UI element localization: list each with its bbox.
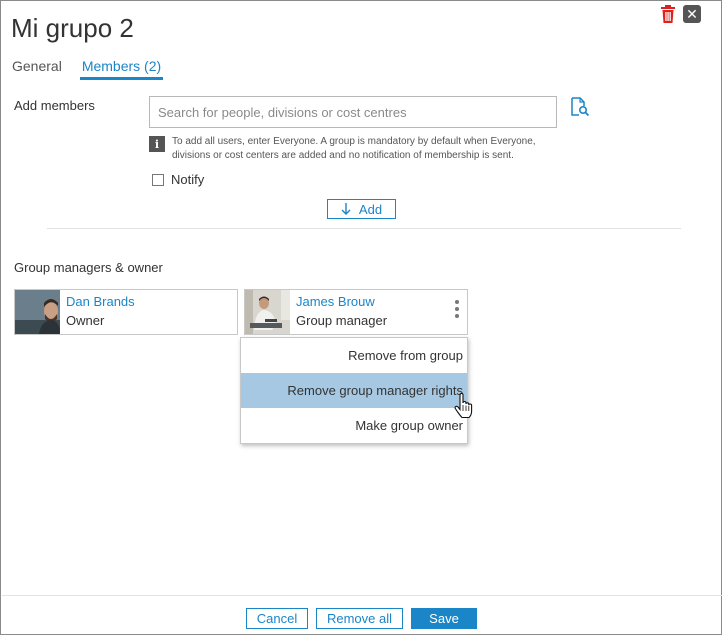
avatar xyxy=(245,290,290,334)
tab-bar: General Members (2) xyxy=(12,58,164,80)
menu-item-remove-from-group[interactable]: Remove from group xyxy=(241,338,467,373)
dialog: Mi grupo 2 ✕ General Members (2) Add mem… xyxy=(0,0,722,635)
member-search-input[interactable] xyxy=(149,96,557,128)
info-text: To add all users, enter Everyone. A grou… xyxy=(172,136,536,161)
menu-item-remove-manager-rights[interactable]: Remove group manager rights xyxy=(241,373,467,408)
trash-icon[interactable] xyxy=(659,5,677,23)
remove-all-button[interactable]: Remove all xyxy=(316,608,403,629)
footer-divider xyxy=(2,595,722,596)
info-note: i To add all users, enter Everyone. A gr… xyxy=(149,135,569,163)
close-icon[interactable]: ✕ xyxy=(683,5,701,23)
tab-members[interactable]: Members (2) xyxy=(79,58,164,80)
add-button-label: Add xyxy=(358,201,383,217)
tab-general[interactable]: General xyxy=(12,58,62,80)
menu-item-make-owner[interactable]: Make group owner xyxy=(241,408,467,443)
member-card-owner[interactable]: Dan Brands Owner xyxy=(14,289,238,335)
member-context-menu: Remove from group Remove group manager r… xyxy=(240,337,468,444)
avatar xyxy=(15,290,60,334)
save-button[interactable]: Save xyxy=(411,608,477,629)
info-icon: i xyxy=(149,136,165,152)
arrow-down-icon xyxy=(341,203,351,215)
notify-checkbox[interactable] xyxy=(152,173,164,186)
add-button[interactable]: Add xyxy=(327,199,396,219)
cancel-button[interactable]: Cancel xyxy=(246,608,308,629)
dialog-actions: ✕ xyxy=(659,5,701,23)
section-divider xyxy=(47,228,681,229)
notify-option[interactable]: Notify xyxy=(152,172,204,187)
hand-pointer-icon xyxy=(454,393,473,419)
member-info: Dan Brands Owner xyxy=(60,290,135,334)
more-vertical-icon[interactable] xyxy=(455,299,459,319)
add-members-label: Add members xyxy=(14,98,95,113)
managers-section-label: Group managers & owner xyxy=(14,260,163,275)
member-card-manager[interactable]: James Brouw Group manager xyxy=(244,289,468,335)
member-name[interactable]: James Brouw xyxy=(296,294,387,309)
member-info: James Brouw Group manager xyxy=(290,290,387,334)
page-title: Mi grupo 2 xyxy=(11,13,134,43)
member-role: Group manager xyxy=(296,313,388,328)
notify-label: Notify xyxy=(171,172,205,187)
member-name[interactable]: Dan Brands xyxy=(66,294,135,309)
member-role: Owner xyxy=(66,313,105,328)
document-search-icon[interactable] xyxy=(570,97,590,117)
